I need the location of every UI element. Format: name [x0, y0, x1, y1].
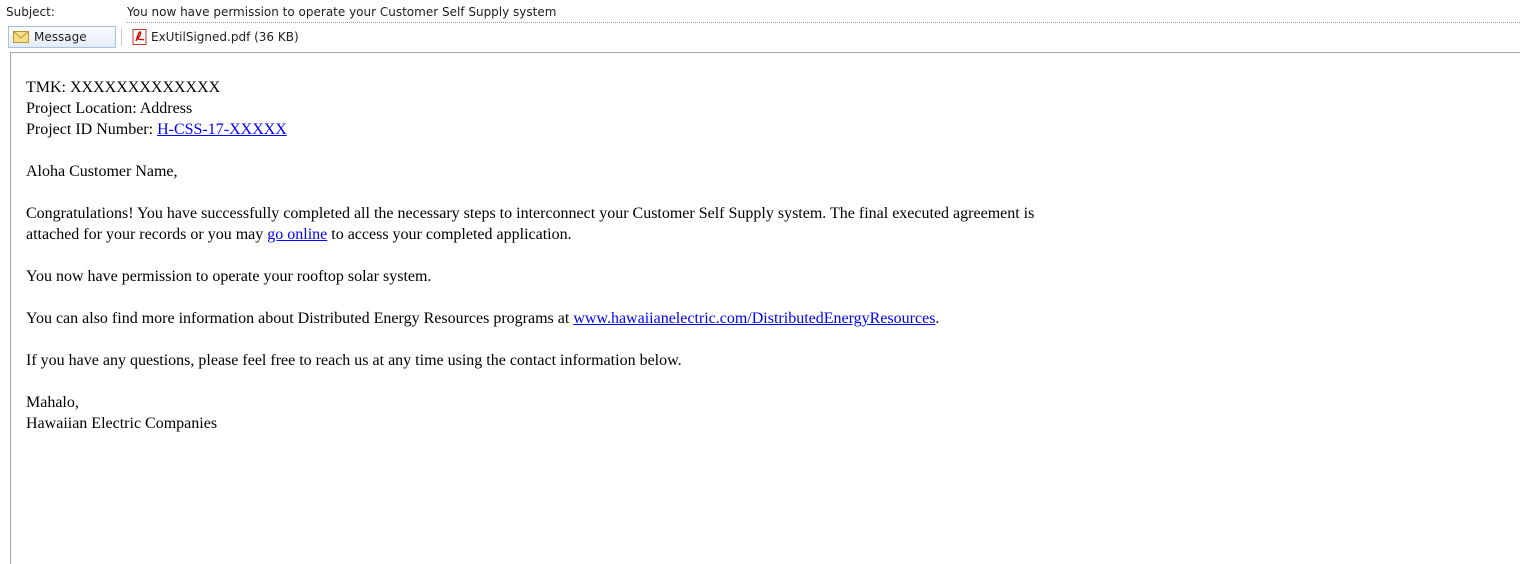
- info-period: .: [935, 310, 940, 327]
- questions-line: If you have any questions, please feel f…: [26, 352, 682, 369]
- subject-label: Subject:: [6, 5, 55, 19]
- info-text: You can also find more information about…: [26, 310, 574, 327]
- pdf-attachment-label: ExUtilSigned.pdf (36 KB): [151, 30, 299, 44]
- congrats-line-2-start: attached for your records or you may: [26, 226, 268, 243]
- envelope-icon: [13, 31, 29, 43]
- message-body: TMK: XXXXXXXXXXXXX Project Location: Add…: [26, 77, 1516, 434]
- pdf-attachment[interactable]: ExUtilSigned.pdf (36 KB): [128, 26, 303, 48]
- tmk-line: TMK: XXXXXXXXXXXXX: [26, 79, 221, 96]
- go-online-link[interactable]: go online: [267, 226, 327, 243]
- attachment-separator: [121, 28, 122, 46]
- signoff-line: Mahalo,: [26, 394, 79, 411]
- info-paragraph: You can also find more information about…: [26, 308, 1516, 329]
- pdf-icon: [132, 29, 147, 45]
- signature-line: Hawaiian Electric Companies: [26, 415, 218, 432]
- project-id-link[interactable]: H-CSS-17-XXXXX: [157, 121, 287, 138]
- message-body-frame: TMK: XXXXXXXXXXXXX Project Location: Add…: [10, 52, 1520, 564]
- message-tab-label: Message: [34, 30, 87, 44]
- email-reading-pane: Subject: You now have permission to oper…: [0, 0, 1520, 564]
- location-line: Project Location: Address: [26, 100, 193, 117]
- project-id-line: Project ID Number: H-CSS-17-XXXXX: [26, 119, 1516, 140]
- subject-row: Subject: You now have permission to oper…: [0, 0, 1520, 23]
- congrats-line-1: Congratulations! You have successfully c…: [26, 205, 1035, 222]
- project-id-label: Project ID Number:: [26, 121, 158, 138]
- attachment-bar: Message ExUtilSigned.pdf (36 KB): [0, 24, 1520, 50]
- congrats-line-2-end: to access your completed application.: [327, 226, 572, 243]
- subject-value: You now have permission to operate your …: [127, 5, 557, 19]
- congrats-paragraph: Congratulations! You have successfully c…: [26, 203, 1516, 245]
- subject-divider: [127, 22, 1520, 23]
- greeting-line: Aloha Customer Name,: [26, 163, 178, 180]
- permission-line: You now have permission to operate your …: [26, 268, 432, 285]
- message-tab[interactable]: Message: [8, 26, 116, 48]
- der-website-link[interactable]: www.hawaiianelectric.com/DistributedEner…: [573, 310, 935, 327]
